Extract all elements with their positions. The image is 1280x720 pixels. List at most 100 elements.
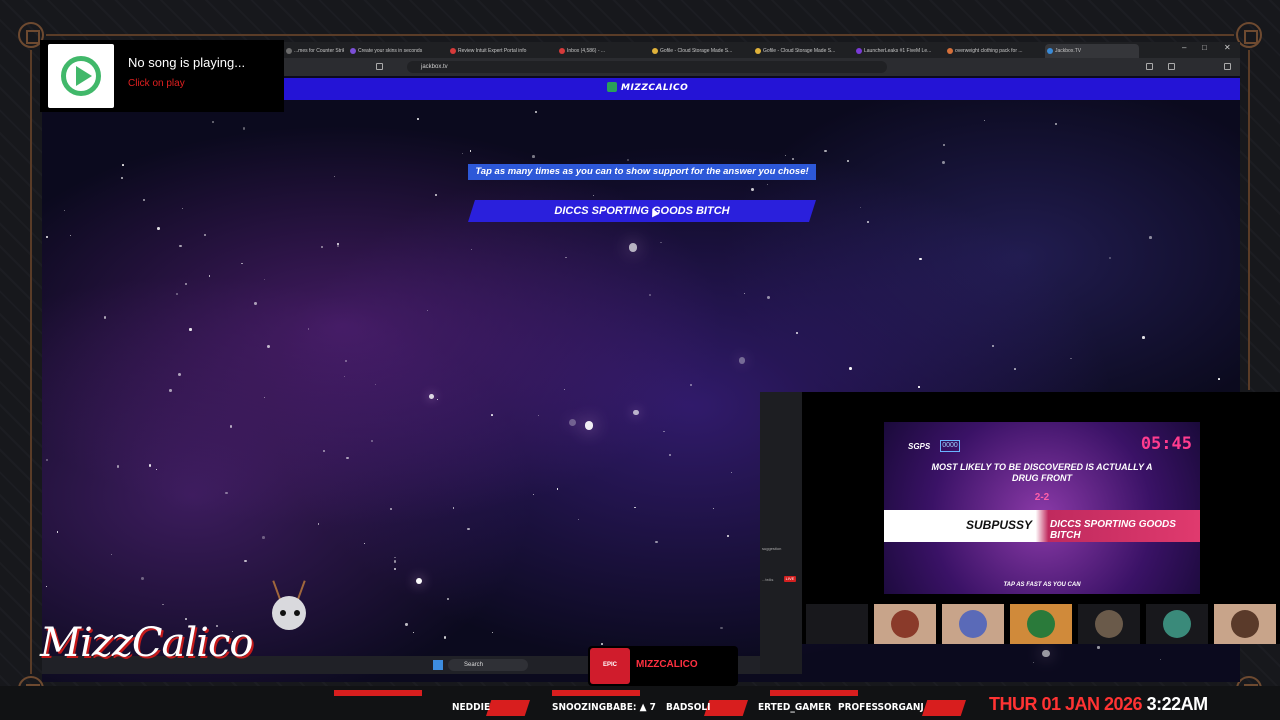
- star: [225, 491, 228, 495]
- tab-favicon-icon: [947, 48, 953, 54]
- star: [241, 263, 243, 265]
- star: [633, 409, 639, 416]
- bookmark-icon[interactable]: [376, 63, 383, 70]
- star: [1070, 357, 1072, 360]
- answer-a: SUBPUSSY: [966, 518, 1033, 532]
- side-panel-suggestion: suggestion: [762, 546, 782, 551]
- url-field[interactable]: jackbox.tv: [407, 61, 887, 73]
- star: [556, 488, 559, 490]
- ticker-name: ERTED_GAMER: [758, 702, 832, 713]
- date-time: THUR 01 JAN 2026 3:22AM: [989, 694, 1208, 715]
- star: [847, 160, 850, 163]
- star: [663, 430, 665, 433]
- star: [267, 344, 270, 348]
- star: [689, 384, 693, 387]
- star: [1033, 661, 1035, 663]
- windows-start-icon[interactable]: [433, 660, 443, 670]
- star: [63, 210, 65, 212]
- star: [69, 235, 71, 237]
- star: [263, 396, 265, 398]
- star: [57, 531, 59, 533]
- logo-icon: [607, 82, 617, 92]
- star: [1097, 646, 1100, 649]
- star: [469, 149, 472, 152]
- follow-name: MIZZCALICO: [636, 659, 698, 670]
- star: [263, 279, 265, 281]
- browser-tab[interactable]: LauncherLeaks #1 FiveM Le...: [854, 44, 940, 58]
- tab-favicon-icon: [286, 48, 292, 54]
- star: [169, 388, 173, 392]
- follow-badge: EPIC MIZZCALICO: [588, 646, 738, 686]
- browser-tab[interactable]: Create your skins in seconds: [348, 44, 442, 58]
- star: [992, 344, 995, 347]
- star: [110, 553, 113, 556]
- star: [45, 585, 47, 588]
- star: [394, 556, 396, 559]
- minimize-icon[interactable]: –: [1182, 43, 1186, 52]
- star: [254, 302, 257, 305]
- frame-line-right: [1248, 50, 1250, 390]
- star: [363, 542, 365, 545]
- browser-tab[interactable]: Gofile - Cloud Storage Made S...: [753, 44, 849, 58]
- star: [389, 507, 393, 511]
- ticker-accent: [552, 690, 640, 696]
- avatar: [806, 604, 868, 644]
- extensions-icon[interactable]: [1146, 63, 1153, 70]
- star: [121, 177, 123, 180]
- taskbar-search[interactable]: Search: [448, 659, 528, 671]
- star: [181, 208, 184, 210]
- tab-label: ...mes for Counter Strike: [294, 48, 344, 54]
- avatar: [1078, 604, 1140, 644]
- settings-icon[interactable]: [1224, 63, 1231, 70]
- tap-instruction: TAP AS FAST AS YOU CAN: [1003, 582, 1081, 588]
- star: [1159, 658, 1161, 660]
- side-panel-label: ...teAs: [762, 577, 774, 582]
- star: [535, 110, 538, 113]
- star: [307, 328, 310, 331]
- streamer-brand: MizzCalico: [40, 580, 306, 680]
- browser-tab[interactable]: Gofile - Cloud Storage Made S...: [650, 44, 748, 58]
- music-play-link[interactable]: Click on play: [128, 78, 185, 89]
- star: [712, 508, 714, 510]
- star: [346, 456, 349, 460]
- star: [148, 464, 152, 468]
- browser-tab[interactable]: Jackbox.TV: [1045, 44, 1139, 58]
- maximize-icon[interactable]: □: [1202, 43, 1207, 52]
- star: [1142, 336, 1145, 339]
- game-timer: 05:45: [1140, 434, 1192, 454]
- frame-line-left: [30, 50, 32, 674]
- star: [1054, 122, 1058, 125]
- sidebar-icon[interactable]: [1168, 63, 1175, 70]
- ticker-tag: [486, 700, 530, 716]
- avatar: [1214, 604, 1276, 644]
- star: [370, 439, 374, 443]
- star: [46, 459, 49, 462]
- logo-text: MIZZCALICO: [621, 83, 689, 93]
- star: [416, 118, 419, 121]
- star: [743, 292, 745, 295]
- close-icon[interactable]: ✕: [1224, 43, 1231, 52]
- star: [405, 623, 408, 626]
- mascot-eye: [294, 610, 300, 616]
- tab-label: Gofile - Cloud Storage Made S...: [660, 48, 733, 54]
- star: [792, 158, 794, 160]
- star: [648, 294, 651, 297]
- browser-tab[interactable]: Inbox (4,586) - ...: [557, 44, 645, 58]
- jackbox-logo: MIZZCALICO: [607, 82, 688, 93]
- star: [157, 227, 160, 230]
- music-play-icon[interactable]: [48, 44, 114, 108]
- browser-tab[interactable]: overweight clothing pack for ...: [945, 44, 1041, 58]
- avatar: [942, 604, 1004, 644]
- browser-tab[interactable]: Review Intuit Expert Portal info: [448, 44, 552, 58]
- star: [46, 235, 49, 238]
- star: [1041, 649, 1050, 658]
- star: [866, 220, 870, 224]
- star: [337, 243, 340, 246]
- prompt-text: Tap as many times as you can to show sup…: [468, 164, 816, 180]
- answer-button[interactable]: DICCS SPORTING GOODS BITCH: [468, 200, 816, 222]
- star: [184, 283, 187, 286]
- mascot-head: [272, 596, 306, 630]
- epic-games-icon: EPIC: [590, 648, 630, 684]
- browser-tab[interactable]: ...mes for Counter Strike: [284, 44, 344, 58]
- star: [660, 242, 662, 244]
